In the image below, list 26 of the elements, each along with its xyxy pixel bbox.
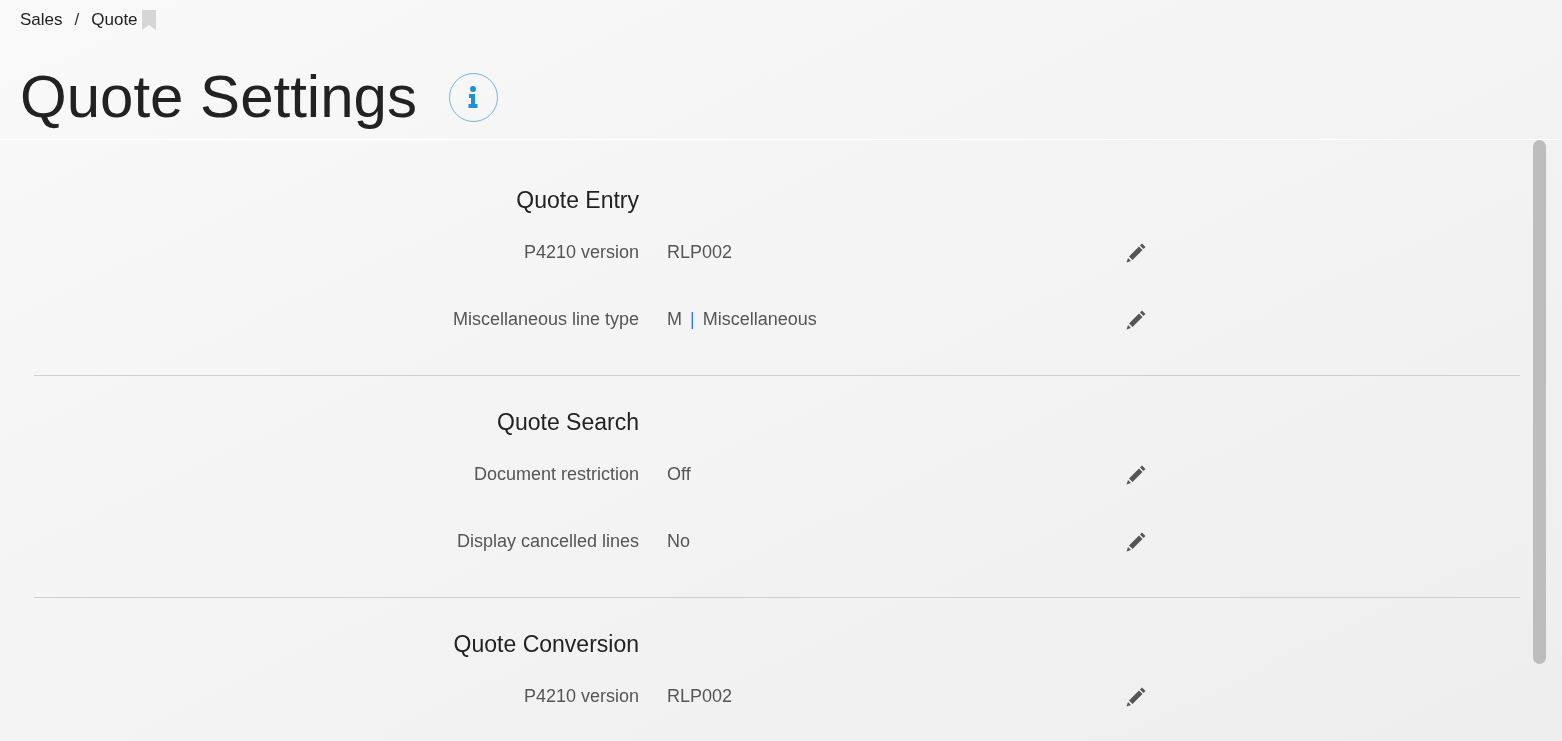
scrollbar[interactable] <box>1533 140 1546 664</box>
setting-code: M <box>667 308 682 331</box>
section-heading: Quote Entry <box>516 186 639 215</box>
pencil-icon <box>1125 241 1147 264</box>
pencil-icon <box>1125 463 1147 486</box>
setting-value: RLP002 <box>667 685 733 708</box>
section-heading: Quote Search <box>497 408 639 437</box>
setting-label: P4210 version <box>522 685 639 708</box>
setting-value: Off <box>667 463 691 486</box>
page-title: Quote Settings <box>20 62 417 132</box>
breadcrumb-link[interactable]: Quote <box>91 7 138 33</box>
setting-description: Miscellaneous <box>702 308 817 331</box>
setting-value: RLP002 <box>667 241 733 264</box>
pencil-icon <box>1125 530 1147 553</box>
breadcrumb-link[interactable]: Sales <box>20 7 63 33</box>
setting-label: Document restriction <box>472 463 639 486</box>
section-heading: Quote Conversion <box>453 630 639 659</box>
setting-label: P4210 version <box>522 241 639 264</box>
setting-value: No <box>667 530 690 553</box>
value-separator: | <box>690 308 695 331</box>
setting-label: Miscellaneous line type <box>451 308 639 331</box>
setting-label: Display cancelled lines <box>455 530 639 553</box>
pencil-icon <box>1125 308 1147 331</box>
breadcrumb-separator: / <box>74 9 80 32</box>
pencil-icon <box>1125 685 1147 708</box>
info-icon <box>468 86 479 108</box>
